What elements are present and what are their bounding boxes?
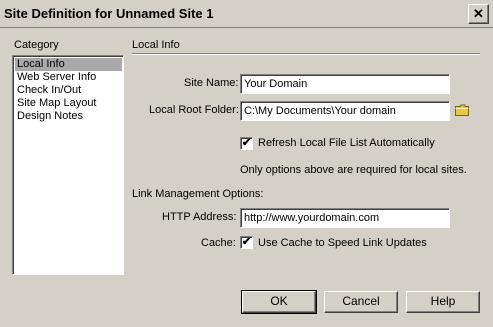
category-item-web-server-info[interactable]: Web Server Info xyxy=(15,71,96,84)
cache-checkbox[interactable]: ✔ xyxy=(240,236,253,249)
category-item-check-in-out[interactable]: Check In/Out xyxy=(15,84,81,97)
category-label: Category xyxy=(14,39,59,51)
category-item-local-info[interactable]: Local Info xyxy=(15,58,122,71)
ok-button[interactable]: OK xyxy=(241,290,317,314)
category-item-site-map-layout[interactable]: Site Map Layout xyxy=(15,97,97,110)
site-name-label: Site Name: xyxy=(184,77,239,89)
close-button[interactable]: ✕ xyxy=(468,4,489,24)
refresh-checkbox[interactable]: ✔ xyxy=(240,137,253,150)
root-folder-label: Local Root Folder: xyxy=(149,104,239,116)
section-divider xyxy=(132,53,480,55)
site-name-input[interactable]: Your Domain xyxy=(240,74,450,94)
category-item-design-notes[interactable]: Design Notes xyxy=(15,110,83,123)
folder-icon[interactable] xyxy=(455,104,469,116)
checkmark-icon: ✔ xyxy=(241,137,252,149)
window-title: Site Definition for Unnamed Site 1 xyxy=(4,6,214,21)
checkmark-icon: ✔ xyxy=(241,236,252,248)
local-sites-note: Only options above are required for loca… xyxy=(240,164,467,176)
cache-label: Cache: xyxy=(201,237,236,249)
cache-option-label: Use Cache to Speed Link Updates xyxy=(258,237,427,249)
title-bar: Site Definition for Unnamed Site 1 ✕ xyxy=(0,0,493,28)
cancel-button[interactable]: Cancel xyxy=(324,291,398,313)
section-title: Local Info xyxy=(132,39,180,51)
refresh-label: Refresh Local File List Automatically xyxy=(258,137,435,149)
close-icon: ✕ xyxy=(473,6,484,21)
link-management-title: Link Management Options: xyxy=(132,188,264,200)
category-list[interactable]: Local Info Web Server Info Check In/Out … xyxy=(12,55,124,275)
root-folder-input[interactable]: C:\My Documents\Your domain xyxy=(240,101,450,121)
http-address-label: HTTP Address: xyxy=(162,211,237,223)
http-address-input[interactable]: http://www.yourdomain.com xyxy=(240,208,450,228)
help-button[interactable]: Help xyxy=(406,291,480,313)
